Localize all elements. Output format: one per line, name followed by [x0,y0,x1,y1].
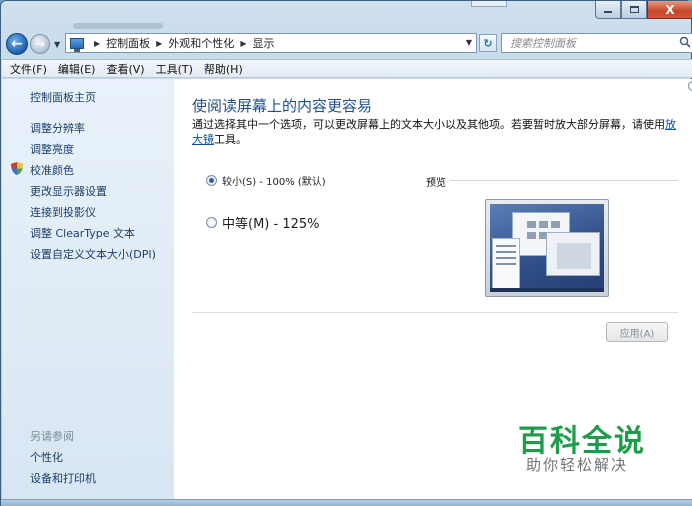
page-title: 使阅读屏幕上的内容更容易 [192,97,373,115]
menu-tools[interactable]: 工具(T) [156,61,193,77]
search-box [501,33,692,53]
preview-label: 预览 [426,178,446,189]
preview-tile [527,232,536,239]
preview-window-b [546,232,600,276]
description-text: 通过选择其中一个选项，可以更改屏幕上的文本大小以及其他项。若要暂时放大部分屏幕，… [192,118,665,131]
arrow-left-icon: ← [11,36,23,52]
page-description: 通过选择其中一个选项，可以更改屏幕上的文本大小以及其他项。若要暂时放大部分屏幕，… [192,117,678,147]
back-button[interactable]: ← [6,33,28,55]
apply-button[interactable]: 应用(A) [606,322,668,342]
menu-view[interactable]: 查看(V) [106,61,144,77]
close-button[interactable]: X [647,1,692,19]
minimize-button[interactable] [595,1,621,19]
sidebar-item-calibrate[interactable]: 校准颜色 [30,162,74,178]
close-icon: X [665,2,675,17]
sidebar-item-brightness[interactable]: 调整亮度 [30,141,74,157]
content-divider [192,312,678,313]
preview-image [485,199,609,297]
arrow-right-icon: → [34,37,46,51]
radio-medium[interactable] [206,217,217,228]
window-bottom-border [1,499,692,506]
control-panel-icon [70,37,84,52]
preview-tile [527,221,536,228]
preview-tile [551,221,560,228]
sidebar-item-personalize[interactable]: 个性化 [30,449,63,465]
minimize-icon [604,11,612,13]
watermark-subtitle: 助你轻松解决 [526,456,629,474]
sidebar-item-cleartype[interactable]: 调整 ClearType 文本 [30,225,135,241]
address-field[interactable]: ▶ 控制面板 ▶ 外观和个性化 ▶ 显示 ▼ [65,33,477,53]
titlebar-tab [471,1,507,7]
preview-window-c [492,238,520,290]
option-smaller-label: 较小(S) - 100% (默认) [222,177,326,188]
title-bar[interactable]: X [1,1,692,29]
breadcrumb-arrow-icon: ▶ [94,38,101,48]
option-medium[interactable]: 中等(M) - 125% [206,213,319,232]
search-icon[interactable] [679,36,691,48]
address-dropdown-icon[interactable]: ▼ [466,38,472,47]
breadcrumb-display[interactable]: 显示 [252,35,274,51]
chevron-down-icon: ▼ [54,40,61,49]
preview-taskbar [490,288,604,292]
sidebar-item-projector[interactable]: 连接到投影仪 [30,204,96,220]
sidebar-item-resolution[interactable]: 调整分辨率 [30,120,85,136]
sidebar-item-devices-printers[interactable]: 设备和打印机 [30,470,96,486]
refresh-icon: ↻ [483,36,493,50]
maximize-button[interactable] [621,1,647,19]
help-icon[interactable]: ? [688,81,692,91]
description-end: 工具。 [214,133,247,146]
see-also-heading: 另请参阅 [30,430,74,443]
preview-line-item [496,257,516,259]
breadcrumb-appearance[interactable]: 外观和个性化 [168,35,234,51]
menu-bar: 文件(F) 编辑(E) 查看(V) 工具(T) 帮助(H) [2,59,692,78]
preview-divider [450,180,678,181]
option-medium-label: 中等(M) - 125% [222,217,320,232]
menu-edit[interactable]: 编辑(E) [58,61,96,77]
preview-screen [490,204,604,292]
option-smaller[interactable]: 较小(S) - 100% (默认) [206,173,326,188]
main-content: ? 使阅读屏幕上的内容更容易 通过选择其中一个选项，可以更改屏幕上的文本大小以及… [174,79,692,499]
radio-smaller[interactable] [206,175,217,186]
breadcrumb-control-panel[interactable]: 控制面板 [106,35,150,51]
menu-file[interactable]: 文件(F) [10,61,47,77]
refresh-button[interactable]: ↻ [479,34,497,52]
maximize-icon [629,6,639,13]
shield-icon [11,162,23,175]
sidebar: 控制面板主页 调整分辨率 调整亮度 校准颜色 更改显示器设置 连接到投影仪 调整… [2,79,174,499]
breadcrumb-arrow-icon: ▶ [156,38,163,48]
menu-help[interactable]: 帮助(H) [204,61,243,77]
search-input[interactable] [510,36,670,50]
sidebar-item-home[interactable]: 控制面板主页 [30,89,96,105]
window-frame: X ← → ▼ ▶ 控制面板 ▶ 外观和个性化 ▶ 显示 ▼ ↻ 文件(F) 编… [0,0,692,506]
breadcrumb-arrow-icon: ▶ [240,38,247,48]
forward-button[interactable]: → [30,34,50,54]
sidebar-item-display-settings[interactable]: 更改显示器设置 [30,183,107,199]
preview-tile [539,221,548,228]
recent-pages-button[interactable]: ▼ [54,40,60,49]
preview-line-item [496,245,516,247]
preview-line-item [496,251,516,253]
window-controls: X [595,1,692,19]
preview-panel [557,243,591,269]
sidebar-item-dpi[interactable]: 设置自定义文本大小(DPI) [30,246,156,262]
address-bar: ← → ▼ ▶ 控制面板 ▶ 外观和个性化 ▶ 显示 ▼ ↻ [1,29,692,57]
preview-line-item [496,263,516,265]
